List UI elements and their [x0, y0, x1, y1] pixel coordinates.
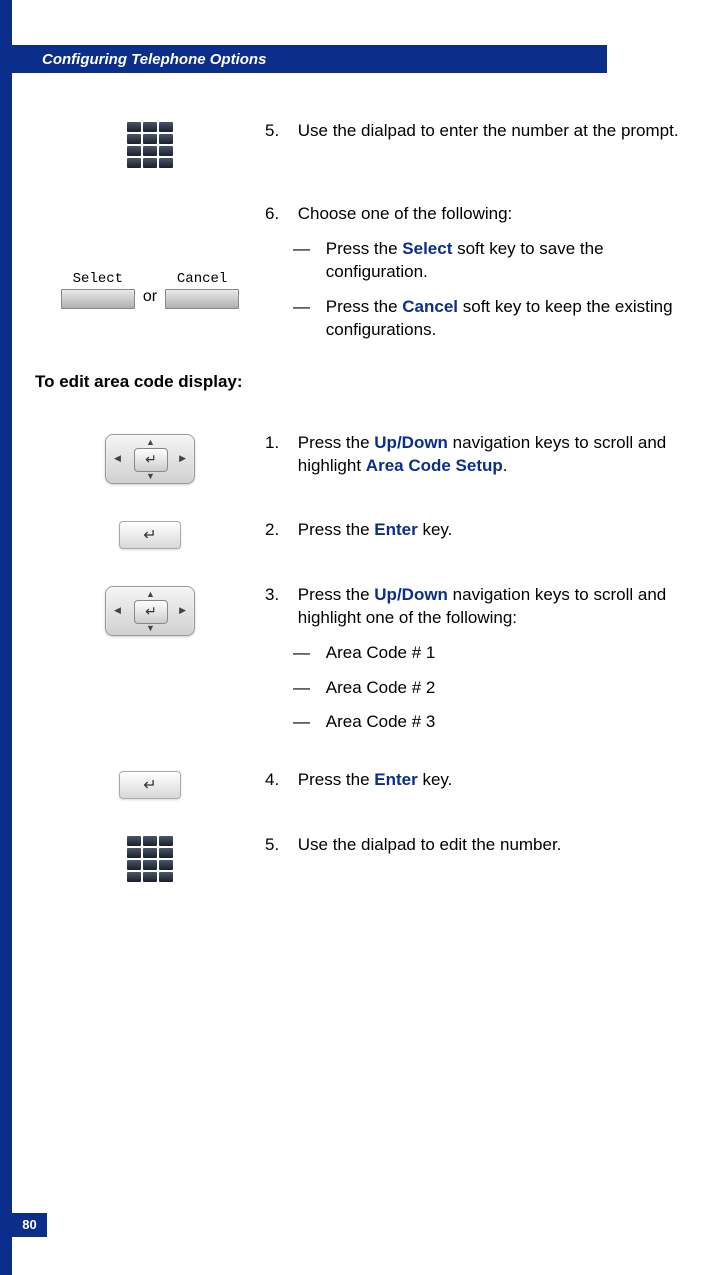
step-number: 3. [265, 584, 293, 607]
softkey-label-select: Select [73, 271, 123, 287]
page-header: Configuring Telephone Options [12, 45, 607, 73]
page-content: 5. Use the dialpad to enter the number a… [35, 120, 690, 917]
text-part: Press the [298, 520, 375, 539]
step-row: ▲ ▼ ◀ ▶ ↵ 1. Press the Up/Down navigatio… [35, 432, 690, 484]
list-item: Area Code # 2 [326, 677, 688, 700]
text-part: Press the [298, 770, 375, 789]
select-softkey-icon [61, 289, 135, 309]
step-number: 5. [265, 834, 293, 857]
menu-target: Area Code Setup [366, 456, 503, 475]
step-number: 1. [265, 432, 293, 455]
dash: — [293, 711, 321, 734]
navigation-pad-icon: ▲ ▼ ◀ ▶ ↵ [105, 586, 195, 636]
page-number: 80 [12, 1213, 47, 1237]
step-row: Select or Cancel 6. Choose one of the fo… [35, 203, 690, 342]
enter-key-icon: ↵ [119, 771, 181, 799]
dash: — [293, 296, 321, 319]
step-text: Choose one of the following: [298, 203, 688, 226]
enter-key-icon: ↵ [119, 521, 181, 549]
step-row: ↵ 4. Press the Enter key. [35, 769, 690, 799]
key-name: Up/Down [374, 433, 448, 452]
key-name: Enter [374, 520, 417, 539]
dash: — [293, 642, 321, 665]
key-name: Enter [374, 770, 417, 789]
list-item: Area Code # 3 [326, 711, 688, 734]
text-part: Press the [326, 297, 403, 316]
step-number: 6. [265, 203, 293, 226]
or-text: or [143, 274, 157, 306]
step-text: Press the Up/Down navigation keys to scr… [298, 584, 688, 630]
list-item: Area Code # 1 [326, 642, 688, 665]
sub-option: Press the Select soft key to save the co… [326, 238, 688, 284]
step-text: Press the Up/Down navigation keys to scr… [298, 432, 688, 478]
text-part: Press the [326, 239, 403, 258]
step-row: 5. Use the dialpad to edit the number. [35, 834, 690, 882]
step-number: 5. [265, 120, 293, 143]
step-number: 4. [265, 769, 293, 792]
key-name: Up/Down [374, 585, 448, 604]
text-part: . [503, 456, 508, 475]
key-name: Cancel [402, 297, 458, 316]
left-margin-stripe [0, 0, 12, 1275]
section-heading: To edit area code display: [35, 372, 690, 392]
key-name: Select [402, 239, 452, 258]
dash: — [293, 677, 321, 700]
text-part: key. [418, 770, 453, 789]
step-text: Press the Enter key. [298, 769, 688, 792]
dialpad-icon [127, 122, 173, 168]
navigation-pad-icon: ▲ ▼ ◀ ▶ ↵ [105, 434, 195, 484]
step-number: 2. [265, 519, 293, 542]
step-text: Press the Enter key. [298, 519, 688, 542]
text-part: Press the [298, 585, 375, 604]
softkey-label-cancel: Cancel [177, 271, 227, 287]
cancel-softkey-icon [165, 289, 239, 309]
step-row: ↵ 2. Press the Enter key. [35, 519, 690, 549]
text-part: Press the [298, 433, 375, 452]
step-row: ▲ ▼ ◀ ▶ ↵ 3. Press the Up/Down navigatio… [35, 584, 690, 735]
dash: — [293, 238, 321, 261]
dialpad-icon [127, 836, 173, 882]
step-text: Use the dialpad to edit the number. [298, 834, 688, 857]
step-row: 5. Use the dialpad to enter the number a… [35, 120, 690, 168]
sub-option: Press the Cancel soft key to keep the ex… [326, 296, 688, 342]
text-part: key. [418, 520, 453, 539]
step-text: Use the dialpad to enter the number at t… [298, 120, 688, 143]
softkey-group: Select or Cancel [61, 271, 239, 309]
